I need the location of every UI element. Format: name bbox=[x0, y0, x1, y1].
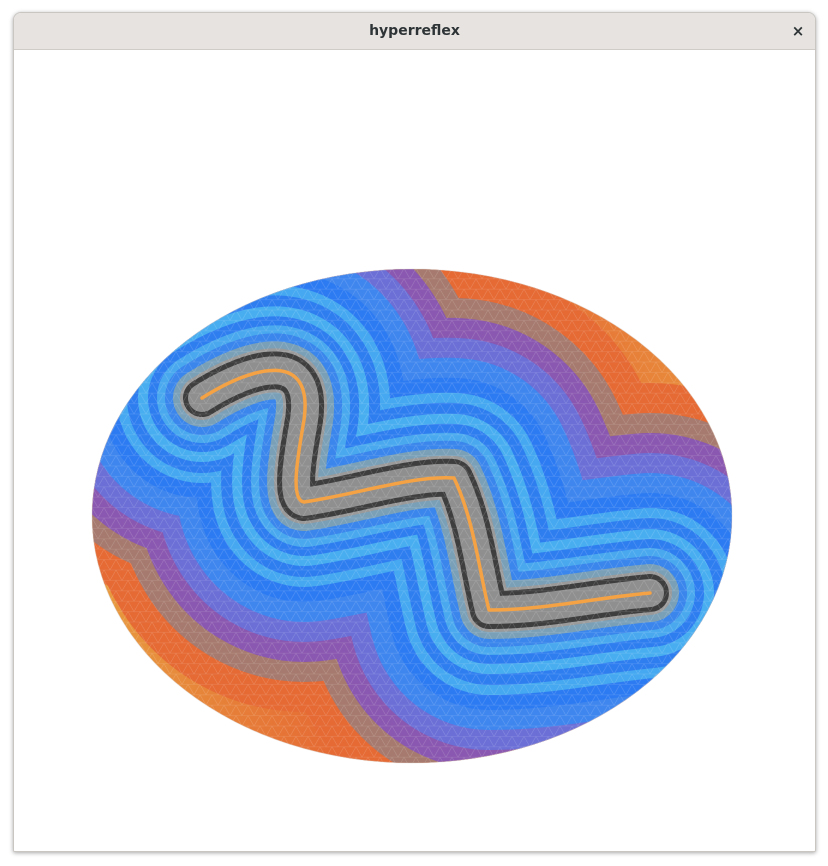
window-title: hyperreflex bbox=[369, 23, 460, 39]
mesh-visualization bbox=[91, 268, 733, 764]
app-window: hyperreflex × bbox=[13, 12, 816, 852]
title-bar: hyperreflex × bbox=[14, 13, 815, 50]
close-icon[interactable]: × bbox=[787, 20, 809, 42]
mesh-overlay bbox=[92, 269, 732, 763]
render-canvas[interactable] bbox=[14, 50, 815, 851]
elliptical-domain bbox=[92, 269, 732, 763]
